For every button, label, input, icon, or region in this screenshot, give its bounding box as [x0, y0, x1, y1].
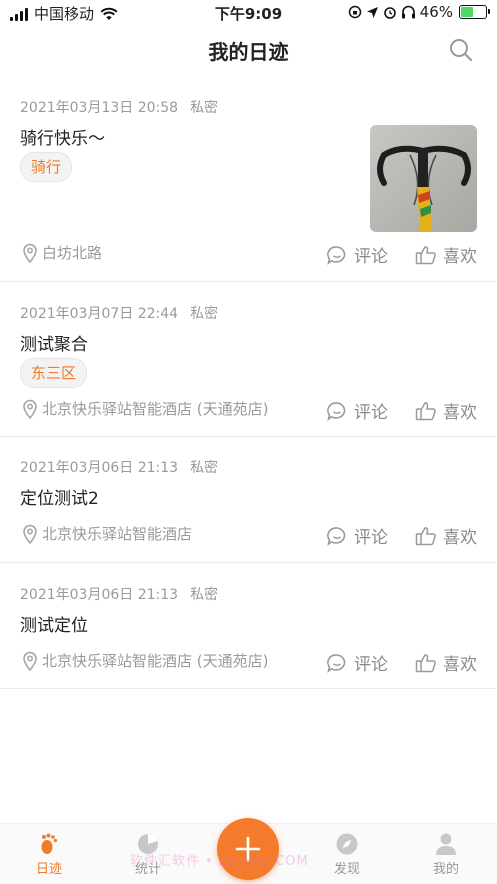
comment-button[interactable]: 评论 [326, 398, 388, 423]
entry-meta: 2021年03月07日 22:44 私密 [20, 303, 218, 323]
comment-icon [327, 526, 346, 546]
entry-title: 测试定位 [20, 616, 88, 636]
location-text: 北京快乐驿站智能酒店 (天通苑店) [42, 400, 269, 418]
location-arrow-icon [366, 6, 378, 18]
entry-datetime: 2021年03月06日 21:13 [20, 460, 179, 476]
page-title: 我的日迹 [208, 40, 289, 64]
thumbs-up-icon [415, 526, 436, 545]
battery-icon [459, 5, 490, 19]
diary-entry[interactable]: 2021年03月06日 21:13 私密 定位测试2 北京快乐驿站智能酒店 评论 … [0, 437, 497, 563]
privacy-label: 私密 [190, 587, 219, 603]
footprint-icon [41, 833, 58, 854]
location-text: 白坊北路 [42, 244, 103, 262]
comment-icon [327, 245, 346, 265]
thumbs-up-icon [415, 653, 436, 672]
like-label: 喜欢 [443, 655, 477, 675]
tab-discover[interactable]: 发现 [317, 832, 377, 877]
location-text: 北京快乐驿站智能酒店 (天通苑店) [42, 652, 269, 670]
like-button[interactable]: 喜欢 [415, 398, 477, 423]
diary-feed: 2021年03月13日 20:58 私密 骑行快乐～ 骑行 白坊北路 评论 喜欢… [0, 80, 497, 689]
comment-label: 评论 [354, 528, 388, 548]
like-label: 喜欢 [443, 528, 477, 548]
entry-meta: 2021年03月06日 21:13 私密 [20, 584, 218, 604]
user-icon [436, 833, 456, 855]
like-label: 喜欢 [443, 403, 477, 423]
location-pin-icon [23, 524, 37, 544]
navigation-bar: 我的日迹 [0, 26, 497, 76]
comment-button[interactable]: 评论 [326, 523, 388, 548]
location-pin-icon [23, 399, 37, 419]
headphones-icon [401, 5, 415, 19]
comment-label: 评论 [354, 655, 388, 675]
privacy-label: 私密 [190, 100, 219, 116]
location-pin-icon [23, 243, 37, 263]
privacy-label: 私密 [190, 306, 219, 322]
privacy-label: 私密 [190, 460, 219, 476]
location-pin-icon [23, 651, 37, 671]
tab-label: 我的 [432, 862, 459, 877]
tab-label: 日迹 [35, 862, 62, 877]
entry-datetime: 2021年03月13日 20:58 [20, 100, 179, 116]
comment-button[interactable]: 评论 [326, 242, 388, 267]
entry-location[interactable]: 北京快乐驿站智能酒店 (天通苑店) [22, 398, 268, 419]
like-label: 喜欢 [443, 247, 477, 267]
comment-icon [327, 401, 346, 421]
thumbs-up-icon [415, 245, 436, 264]
entry-meta: 2021年03月13日 20:58 私密 [20, 97, 218, 117]
entry-datetime: 2021年03月07日 22:44 [20, 306, 179, 322]
entry-title: 骑行快乐～ [20, 129, 105, 149]
tab-mine[interactable]: 我的 [416, 832, 476, 877]
entry-tag[interactable]: 骑行 [20, 152, 73, 182]
search-icon[interactable] [449, 38, 473, 62]
comment-label: 评论 [354, 403, 388, 423]
add-entry-button[interactable] [217, 818, 279, 880]
entry-title: 测试聚合 [20, 335, 88, 355]
battery-percentage: 46% [419, 3, 453, 21]
comment-label: 评论 [354, 247, 388, 267]
status-bar: 中国移动 下午9:09 46% [0, 0, 497, 26]
entry-meta: 2021年03月06日 21:13 私密 [20, 457, 218, 477]
diary-entry[interactable]: 2021年03月06日 21:13 私密 测试定位 北京快乐驿站智能酒店 (天通苑… [0, 563, 497, 689]
thumbs-up-icon [415, 401, 436, 420]
diary-entry[interactable]: 2021年03月07日 22:44 私密 测试聚合 东三区 北京快乐驿站智能酒店 … [0, 282, 497, 437]
watermark: 软件汇软件 • ZJHHRJ.COM [130, 854, 309, 869]
entry-photo[interactable] [370, 125, 477, 232]
entry-location[interactable]: 白坊北路 [22, 242, 102, 263]
entry-location[interactable]: 北京快乐驿站智能酒店 [22, 523, 192, 544]
comment-icon [327, 653, 346, 673]
compass-icon [336, 833, 358, 855]
location-text: 北京快乐驿站智能酒店 [42, 525, 193, 543]
tab-label: 发现 [333, 862, 360, 877]
alarm-icon [383, 7, 396, 19]
status-right: 46% [348, 3, 490, 21]
rotation-lock-icon [348, 5, 361, 19]
tab-diary[interactable]: 日迹 [19, 832, 79, 877]
comment-button[interactable]: 评论 [326, 650, 388, 675]
entry-datetime: 2021年03月06日 21:13 [20, 587, 179, 603]
entry-location[interactable]: 北京快乐驿站智能酒店 (天通苑店) [22, 650, 268, 671]
like-button[interactable]: 喜欢 [415, 523, 477, 548]
entry-tag[interactable]: 东三区 [20, 358, 88, 388]
like-button[interactable]: 喜欢 [415, 242, 477, 267]
diary-entry[interactable]: 2021年03月13日 20:58 私密 骑行快乐～ 骑行 白坊北路 评论 喜欢 [0, 80, 497, 282]
like-button[interactable]: 喜欢 [415, 650, 477, 675]
entry-title: 定位测试2 [20, 489, 99, 509]
